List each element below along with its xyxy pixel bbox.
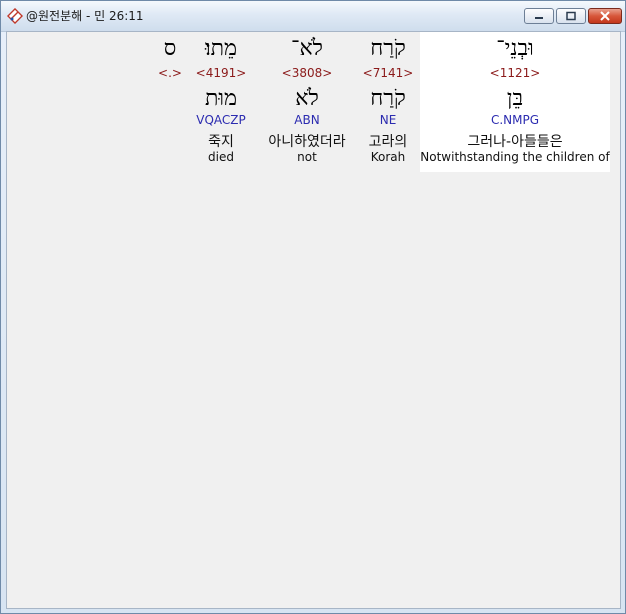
word-column-5[interactable]: ס <.>	[155, 32, 185, 172]
close-button[interactable]	[588, 8, 622, 24]
maximize-button[interactable]	[556, 8, 586, 24]
strong-number[interactable]: <4191>	[191, 66, 251, 80]
hebrew-lexeme: בֵּן	[506, 86, 524, 111]
english-gloss: died	[208, 150, 234, 164]
strong-number[interactable]: <1121>	[420, 66, 610, 80]
korean-gloss: 그러나-아들들은	[467, 134, 563, 150]
hebrew-word: קֹרַח	[370, 36, 406, 61]
hebrew-lexeme: מוּת	[204, 86, 238, 111]
korean-gloss: 아니하였더라	[268, 134, 346, 150]
strong-number[interactable]: <3808>	[259, 66, 355, 80]
english-gloss: not	[297, 150, 317, 164]
morph-code: C.NMPG	[490, 113, 540, 127]
minimize-button[interactable]	[524, 8, 554, 24]
hebrew-word: ס	[163, 36, 177, 61]
hebrew-lexeme: קֹרַח	[370, 86, 406, 111]
close-icon	[600, 11, 610, 21]
app-logo-icon	[7, 8, 23, 24]
hebrew-word: וּבְנֵי־	[496, 36, 534, 61]
interlinear-verse: וּבְנֵי־ <1121> בֵּן C.NMPG 그러나-아들들은 Not…	[7, 32, 620, 182]
word-column-1[interactable]: וּבְנֵי־ <1121> בֵּן C.NMPG 그러나-아들들은 Not…	[420, 32, 610, 172]
hebrew-lexeme: לֹא	[295, 86, 319, 111]
word-column-2[interactable]: קֹרַח <7141> קֹרַח NE 고라의 Korah	[357, 32, 419, 172]
strong-number[interactable]: <.>	[155, 66, 185, 80]
app-window: @원전분해 - 민 26:11 וּבְנֵי־ <1121> בֵּן C.N…	[0, 0, 626, 614]
morph-code: NE	[379, 113, 397, 127]
english-gloss: Notwithstanding the children of	[420, 150, 610, 164]
morph-code: VQACZP	[196, 113, 246, 127]
morph-code: ABN	[294, 113, 320, 127]
title-bar[interactable]: @원전분해 - 민 26:11	[1, 1, 625, 32]
client-area: וּבְנֵי־ <1121> בֵּן C.NMPG 그러나-아들들은 Not…	[6, 31, 621, 609]
korean-gloss: 고라의	[368, 134, 408, 150]
hebrew-word: מֵתוּ׃	[204, 36, 238, 61]
strong-number[interactable]: <7141>	[357, 66, 419, 80]
korean-gloss: 죽지	[208, 134, 234, 150]
minimize-icon	[535, 17, 543, 19]
maximize-icon	[566, 11, 576, 21]
window-title: @원전분해 - 민 26:11	[26, 9, 144, 23]
hebrew-word: לֹא־	[291, 36, 323, 61]
english-gloss: Korah	[370, 150, 406, 164]
word-column-3[interactable]: לֹא־ <3808> לֹא ABN 아니하였더라 not	[259, 32, 355, 172]
word-column-4[interactable]: מֵתוּ׃ <4191> מוּת VQACZP 죽지 died	[191, 32, 251, 172]
